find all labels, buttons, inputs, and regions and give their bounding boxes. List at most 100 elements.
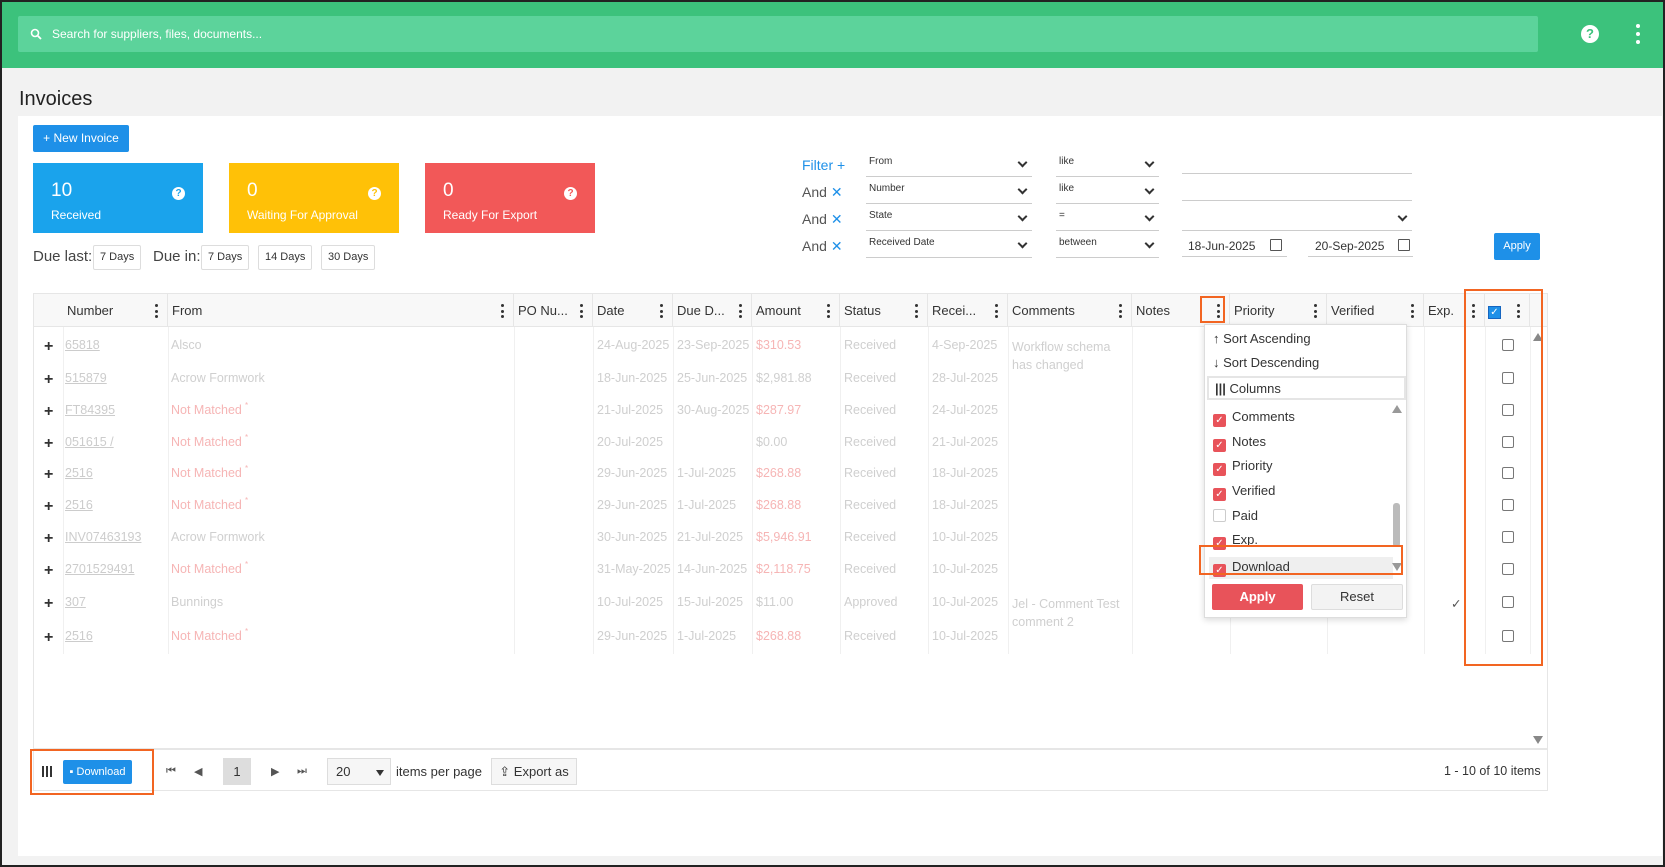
- filter-op-select[interactable]: between: [1056, 234, 1159, 258]
- filter-op-select[interactable]: =: [1056, 207, 1159, 231]
- column-menu-icon[interactable]: [915, 304, 919, 318]
- filter-field-select[interactable]: State: [866, 207, 1032, 231]
- col-status[interactable]: Status: [840, 294, 928, 327]
- invoice-number[interactable]: 515879: [65, 371, 107, 385]
- expand-row-icon[interactable]: +: [44, 435, 53, 453]
- column-option-comments[interactable]: ✓ Comments: [1213, 409, 1295, 427]
- invoice-number[interactable]: 307: [65, 595, 86, 609]
- due-in-30-days[interactable]: 30 Days: [321, 245, 376, 270]
- col-date[interactable]: Date: [593, 294, 673, 327]
- items-per-page-select[interactable]: 20: [327, 758, 391, 785]
- calendar-icon[interactable]: [1398, 239, 1410, 251]
- col-number[interactable]: Number: [63, 294, 168, 327]
- expand-row-icon[interactable]: +: [44, 466, 53, 484]
- col-from[interactable]: From: [168, 294, 514, 327]
- invoice-number[interactable]: 2701529491: [65, 562, 135, 576]
- col-po-number[interactable]: PO Nu...: [514, 294, 593, 327]
- card-received[interactable]: 10 Received ?: [33, 163, 203, 233]
- col-comments[interactable]: Comments: [1008, 294, 1132, 327]
- expand-row-icon[interactable]: +: [44, 629, 53, 647]
- col-verified[interactable]: Verified: [1327, 294, 1424, 327]
- last-page-icon[interactable]: ⏭: [297, 765, 307, 778]
- export-button[interactable]: ⇪ Export as: [491, 758, 577, 785]
- column-menu-icon[interactable]: [739, 304, 743, 318]
- filter-op-select[interactable]: like: [1056, 180, 1159, 204]
- invoice-number[interactable]: 2516: [65, 629, 93, 643]
- column-menu-apply-button[interactable]: Apply: [1212, 584, 1303, 610]
- column-menu-icon[interactable]: [580, 304, 584, 318]
- new-invoice-button[interactable]: + New Invoice: [33, 125, 129, 152]
- column-option-notes[interactable]: ✓ Notes: [1213, 434, 1266, 452]
- expand-row-icon[interactable]: +: [44, 338, 53, 356]
- calendar-icon[interactable]: [1270, 239, 1282, 251]
- filter-field-select[interactable]: From: [866, 153, 1032, 177]
- help-icon[interactable]: ?: [172, 187, 185, 200]
- column-menu-icon[interactable]: [660, 304, 664, 318]
- checkbox-checked[interactable]: ✓: [1213, 488, 1226, 501]
- column-menu-icon[interactable]: [1314, 304, 1318, 318]
- expand-row-icon[interactable]: +: [44, 530, 53, 548]
- due-in-14-days[interactable]: 14 Days: [258, 245, 313, 270]
- help-icon[interactable]: ?: [368, 187, 381, 200]
- invoice-number[interactable]: 2516: [65, 466, 93, 480]
- page-number-current[interactable]: 1: [223, 758, 251, 785]
- remove-filter-icon[interactable]: ✕: [831, 184, 843, 200]
- column-option-verified[interactable]: ✓ Verified: [1213, 483, 1275, 501]
- expand-row-icon[interactable]: +: [44, 498, 53, 516]
- scroll-up-icon[interactable]: [1392, 405, 1402, 413]
- invoice-number[interactable]: INV07463193: [65, 530, 141, 544]
- col-amount[interactable]: Amount: [752, 294, 840, 327]
- filter-field-select[interactable]: Received Date: [866, 234, 1032, 258]
- col-due-date[interactable]: Due D...: [673, 294, 752, 327]
- sort-descending[interactable]: ↓ Sort Descending: [1213, 355, 1319, 370]
- columns-toggle[interactable]: ||| Columns: [1207, 376, 1406, 400]
- filter-op-select[interactable]: like: [1056, 153, 1159, 177]
- due-last-7-days[interactable]: 7 Days: [93, 245, 142, 270]
- col-priority[interactable]: Priority: [1230, 294, 1327, 327]
- more-menu-icon[interactable]: [1635, 24, 1641, 44]
- due-in-7-days[interactable]: 7 Days: [201, 245, 250, 270]
- checkbox-checked[interactable]: ✓: [1213, 463, 1226, 476]
- filter-apply-button[interactable]: Apply: [1494, 233, 1540, 260]
- column-menu-reset-button[interactable]: Reset: [1311, 584, 1403, 610]
- help-icon[interactable]: ?: [1581, 25, 1599, 43]
- expand-row-icon[interactable]: +: [44, 371, 53, 389]
- help-icon[interactable]: ?: [564, 187, 577, 200]
- remove-filter-icon[interactable]: ✕: [831, 238, 843, 254]
- column-menu-icon[interactable]: [1119, 304, 1123, 318]
- checkbox-checked[interactable]: ✓: [1213, 439, 1226, 452]
- remove-filter-icon[interactable]: ✕: [831, 211, 843, 227]
- column-option-paid[interactable]: Paid: [1213, 508, 1258, 523]
- card-waiting-approval[interactable]: 0 Waiting For Approval ?: [229, 163, 399, 233]
- next-page-icon[interactable]: ▶: [271, 765, 279, 778]
- column-menu-icon[interactable]: [827, 304, 831, 318]
- checkbox-unchecked[interactable]: [1213, 509, 1226, 522]
- filter-value-input[interactable]: [1182, 177, 1412, 201]
- filter-value-select[interactable]: [1182, 207, 1412, 231]
- column-menu-icon[interactable]: [501, 304, 505, 318]
- column-menu-icon[interactable]: [1411, 304, 1415, 318]
- expand-row-icon[interactable]: +: [44, 595, 53, 613]
- invoice-number[interactable]: 051615 /: [65, 435, 114, 449]
- first-page-icon[interactable]: ⏮: [166, 765, 176, 778]
- filter-add[interactable]: Filter +: [802, 157, 845, 173]
- search-input[interactable]: Search for suppliers, files, documents..…: [18, 16, 1538, 52]
- expand-row-icon[interactable]: +: [44, 403, 53, 421]
- column-option-priority[interactable]: ✓ Priority: [1213, 458, 1272, 476]
- invoice-number[interactable]: 65818: [65, 338, 100, 352]
- menu-scrollbar[interactable]: [1393, 503, 1400, 547]
- expand-row-icon[interactable]: +: [44, 562, 53, 580]
- filter-field-select[interactable]: Number: [866, 180, 1032, 204]
- invoice-number[interactable]: FT84395: [65, 403, 115, 417]
- filter-value-input[interactable]: [1182, 150, 1412, 174]
- prev-page-icon[interactable]: ◀: [194, 765, 202, 778]
- scroll-down-icon[interactable]: [1533, 736, 1543, 744]
- invoice-number[interactable]: 2516: [65, 498, 93, 512]
- column-menu-icon[interactable]: [995, 304, 999, 318]
- col-received[interactable]: Recei...: [928, 294, 1008, 327]
- checkbox-checked[interactable]: ✓: [1213, 414, 1226, 427]
- sort-ascending[interactable]: ↑ Sort Ascending: [1213, 331, 1311, 346]
- card-ready-export[interactable]: 0 Ready For Export ?: [425, 163, 595, 233]
- column-menu-icon[interactable]: [155, 304, 159, 318]
- table-row[interactable]: +2516 Not Matched * 29-Jun-2025 1-Jul-2025 $2…: [34, 627, 1547, 657]
